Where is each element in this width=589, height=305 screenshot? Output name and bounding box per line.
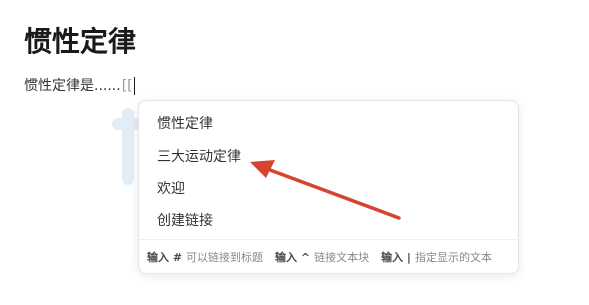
link-trigger-brackets: [[ bbox=[121, 78, 133, 94]
menu-item-three-laws-of-motion[interactable]: 三大运动定律 bbox=[139, 142, 518, 172]
link-suggestion-popup: 惯性定律 三大运动定律 欢迎 创建链接 输入 # 可以链接到标题 输入 ^ 链接文本… bbox=[138, 100, 519, 274]
hint-key: 输入 # bbox=[147, 250, 183, 264]
menu-item-create-link[interactable]: 创建链接 bbox=[139, 206, 518, 236]
hint-key: 输入 ^ bbox=[275, 250, 311, 264]
hint-bar: 输入 # 可以链接到标题 输入 ^ 链接文本块 输入 | 指定显示的文本 bbox=[139, 239, 518, 273]
hint-text: 链接文本块 bbox=[314, 250, 370, 264]
page-title: 惯性定律 bbox=[24, 25, 137, 58]
menu-item-inertia-law[interactable]: 惯性定律 bbox=[139, 109, 518, 139]
body-text: 惯性定律是...... bbox=[24, 78, 121, 94]
hint-text: 指定显示的文本 bbox=[414, 250, 492, 264]
hint-text: 可以链接到标题 bbox=[186, 250, 264, 264]
text-caret bbox=[133, 77, 136, 95]
hint-block-link: 输入 ^ 链接文本块 bbox=[275, 249, 369, 265]
editor-line[interactable]: 惯性定律是...... [[ bbox=[24, 76, 136, 96]
hint-display-text: 输入 | 指定显示的文本 bbox=[381, 249, 492, 265]
menu-item-welcome[interactable]: 欢迎 bbox=[139, 174, 518, 204]
hint-key: 输入 | bbox=[381, 250, 411, 264]
hint-heading-link: 输入 # 可以链接到标题 bbox=[147, 249, 263, 265]
